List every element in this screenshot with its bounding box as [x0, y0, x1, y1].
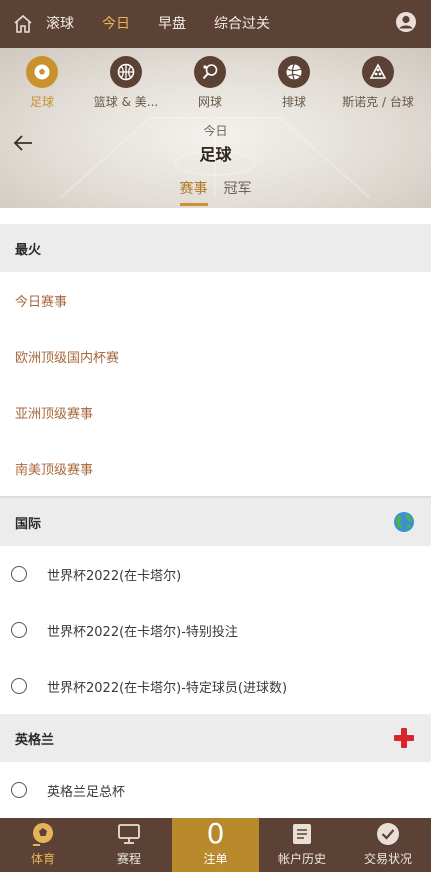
soccer-ball-icon [26, 56, 58, 88]
tab-early[interactable]: 早盘 [158, 0, 186, 48]
section-header-hot: 最火 [0, 224, 431, 272]
sport-soccer[interactable]: 足球 [0, 56, 84, 110]
sport-tennis[interactable]: 网球 [168, 56, 252, 110]
soccer-ball-icon [30, 821, 56, 847]
top-nav: 滚球 今日 早盘 综合过关 [0, 0, 431, 48]
snooker-icon [362, 56, 394, 88]
sport-basketball[interactable]: 篮球 & 美... [84, 56, 168, 110]
section-title: 最火 [15, 242, 42, 258]
bottom-nav-schedule[interactable]: 赛程 [86, 818, 172, 872]
tennis-icon [194, 56, 226, 88]
document-icon [289, 821, 315, 847]
list-item[interactable]: 南美顶级赛事 [0, 440, 431, 496]
tab-today[interactable]: 今日 [102, 0, 130, 48]
sport-snooker[interactable]: 斯诺克 / 台球 [336, 56, 420, 110]
tab-outrights[interactable]: 冠军 [224, 178, 252, 204]
league-name: 世界杯2022(在卡塔尔)-特定球员(进球数) [47, 680, 288, 696]
sport-header: 足球 篮球 & 美... 网球 排球 斯诺克 / 台球 今日 足球 赛事 冠军 [0, 48, 431, 208]
league-row[interactable]: 世界杯2022(在卡塔尔)-特定球员(进球数) [0, 658, 431, 714]
top-tabs: 滚球 今日 早盘 综合过关 [46, 0, 298, 48]
section-title: 国际 [15, 516, 42, 532]
section-header-england: 英格兰 [0, 714, 431, 762]
bottom-nav-label: 注单 [203, 852, 228, 866]
section-title: 英格兰 [15, 732, 55, 748]
basketball-icon [110, 56, 142, 88]
tab-live[interactable]: 滚球 [46, 0, 74, 48]
bottom-nav-label: 赛程 [116, 852, 141, 866]
list-item[interactable]: 亚洲顶级赛事 [0, 384, 431, 440]
radio-button[interactable] [11, 678, 27, 694]
sport-label: 排球 [281, 95, 306, 109]
globe-icon [393, 511, 415, 533]
header-subtitle: 今日 [203, 124, 228, 138]
home-icon[interactable] [0, 0, 46, 48]
sport-selector: 足球 篮球 & 美... 网球 排球 斯诺克 / 台球 [0, 56, 431, 110]
user-avatar-icon[interactable] [395, 11, 417, 33]
radio-button[interactable] [11, 566, 27, 582]
bottom-nav-sports[interactable]: 体育 [0, 818, 86, 872]
league-row[interactable]: 世界杯2022(在卡塔尔) [0, 546, 431, 602]
bet-count: 0 [206, 817, 225, 850]
bottom-nav-bet-slip[interactable]: 0 注单 [172, 818, 259, 872]
league-name: 英格兰足总杯 [47, 784, 126, 800]
check-circle-icon [375, 821, 401, 847]
bottom-nav-label: 帐户历史 [277, 852, 326, 866]
sport-label: 篮球 & 美... [93, 95, 159, 109]
league-name: 世界杯2022(在卡塔尔)-特别投注 [47, 624, 238, 640]
volleyball-icon [278, 56, 310, 88]
tab-parlay[interactable]: 综合过关 [214, 0, 270, 48]
league-list: 最火 今日赛事 欧洲顶级国内杯赛 亚洲顶级赛事 南美顶级赛事 国际 世界杯202… [0, 208, 431, 818]
sport-label: 斯诺克 / 台球 [342, 95, 414, 109]
england-flag-icon [393, 727, 415, 749]
league-row[interactable]: 英格兰足总杯 [0, 762, 431, 818]
radio-button[interactable] [11, 782, 27, 798]
radio-button[interactable] [11, 622, 27, 638]
monitor-icon [116, 821, 142, 847]
tab-events[interactable]: 赛事 [179, 178, 208, 206]
bottom-nav: 体育 赛程 0 注单 帐户历史 交易状况 [0, 818, 431, 872]
event-tabs: 赛事 冠军 [0, 178, 431, 206]
bottom-nav-label: 体育 [30, 852, 55, 866]
league-name: 世界杯2022(在卡塔尔) [47, 568, 182, 584]
league-row[interactable]: 世界杯2022(在卡塔尔)-特别投注 [0, 602, 431, 658]
page-title: 足球 [199, 145, 232, 164]
sport-volleyball[interactable]: 排球 [252, 56, 336, 110]
sport-label: 足球 [29, 95, 54, 109]
bottom-nav-history[interactable]: 帐户历史 [259, 818, 345, 872]
bottom-nav-label: 交易状况 [363, 852, 412, 866]
bottom-nav-status[interactable]: 交易状况 [345, 818, 431, 872]
list-item[interactable]: 欧洲顶级国内杯赛 [0, 328, 431, 384]
sport-label: 网球 [197, 95, 222, 109]
section-header-international: 国际 [0, 498, 431, 546]
list-item[interactable]: 今日赛事 [0, 272, 431, 328]
